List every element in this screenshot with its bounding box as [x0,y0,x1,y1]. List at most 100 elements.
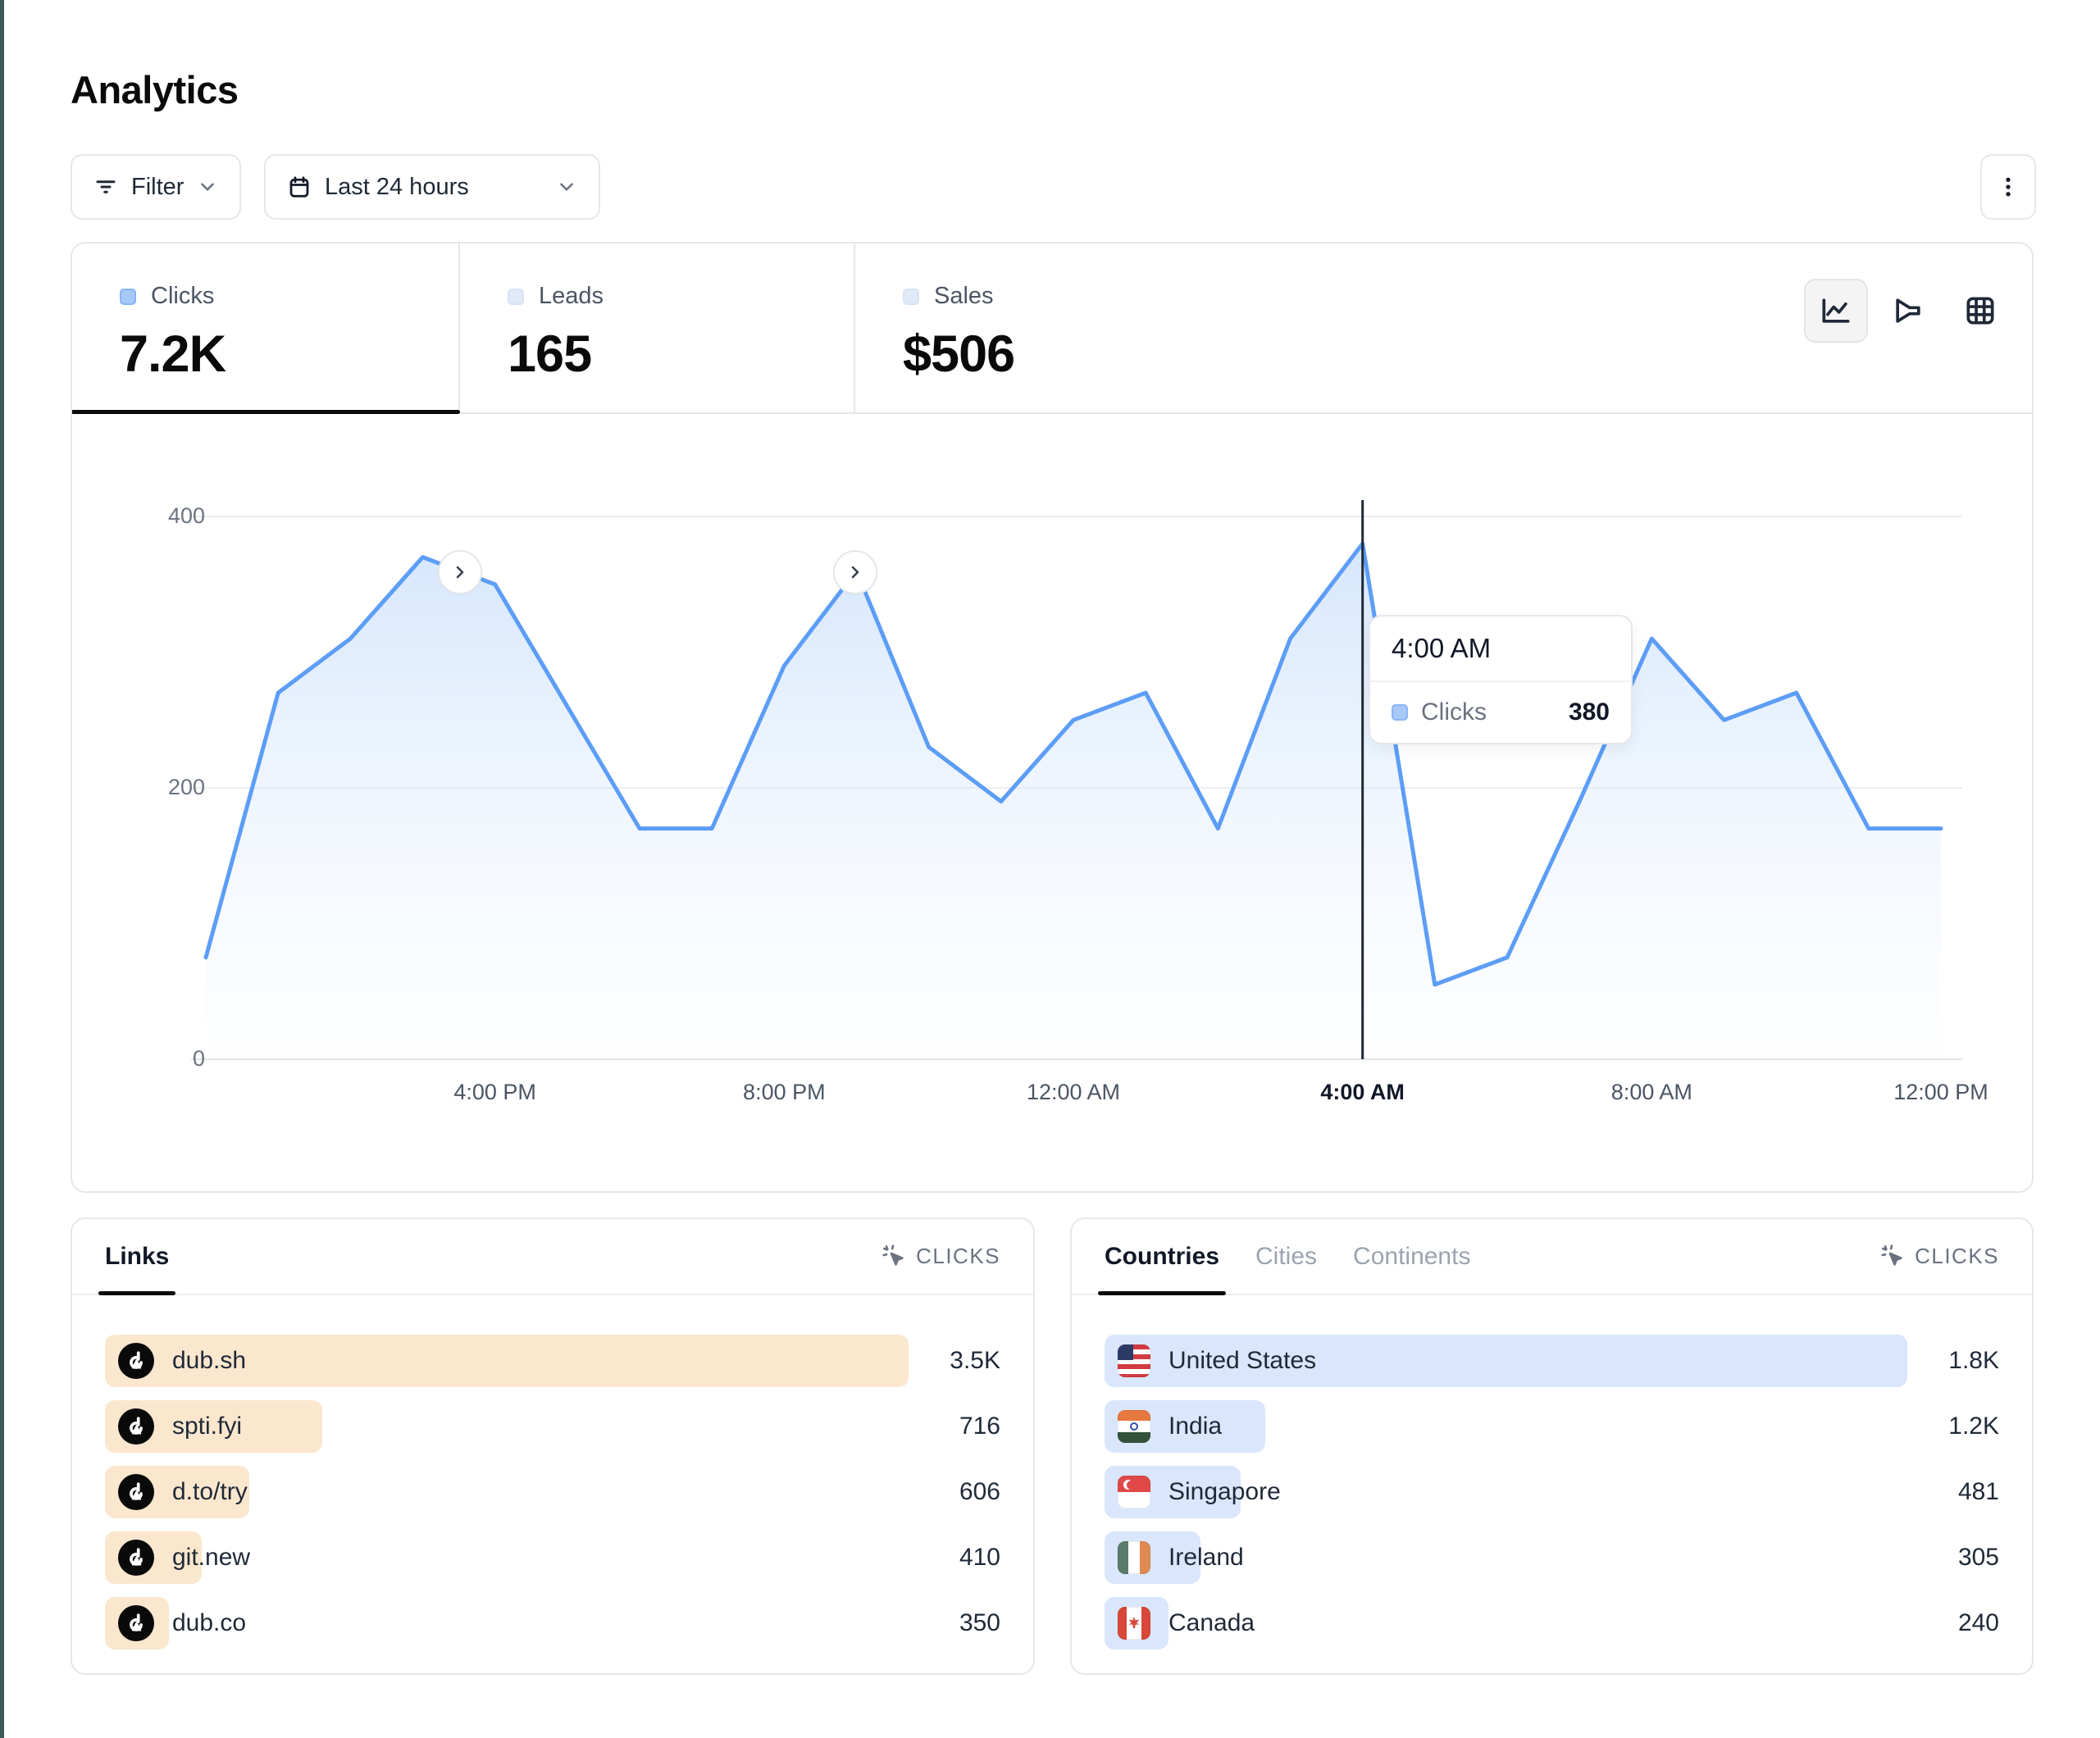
chevron-right-button[interactable] [438,550,482,594]
list-item[interactable]: dub.co 350 [105,1597,1000,1649]
table-view-button[interactable] [1948,279,2012,343]
tab-continents[interactable]: Continents [1353,1219,1470,1294]
cursor-click-icon [1880,1244,1906,1270]
list-item[interactable]: Singapore 481 [1105,1466,1999,1518]
y-axis-tick: 200 [107,775,205,800]
metric-selector[interactable]: CLICKS [1880,1244,1999,1270]
tab-cities[interactable]: Cities [1255,1219,1317,1294]
stat-label: Leads [539,283,604,310]
stat-label: Clicks [151,283,214,310]
list-item[interactable]: Canada 240 [1105,1597,1999,1649]
page-title: Analytics [71,67,238,112]
list-item[interactable]: Ireland 305 [1105,1531,1999,1584]
row-value: 410 [909,1544,1000,1572]
row-value: 716 [909,1413,1000,1440]
date-range-button[interactable]: Last 24 hours [264,154,600,220]
row-label: United States [1168,1347,1316,1375]
chart-view-toggle [1804,279,2012,343]
row-value: 606 [909,1478,1000,1506]
tab-leads[interactable]: Leads 165 [460,243,855,412]
row-label: dub.co [172,1609,246,1637]
row-value: 481 [1907,1478,1999,1506]
filter-icon [93,175,118,199]
row-label: Ireland [1168,1544,1244,1572]
filter-button-label: Filter [131,174,184,201]
metric-selector[interactable]: CLICKS [881,1244,1000,1270]
dub-logo-icon [118,1474,154,1510]
funnel-icon [1890,293,1926,329]
x-axis-tick: 4:00 AM [1297,1080,1428,1105]
leads-series-swatch [508,289,524,305]
row-label: git.new [172,1544,250,1572]
ie-flag-icon [1118,1541,1150,1574]
metric-label: CLICKS [916,1244,1000,1269]
x-axis-tick: 12:00 PM [1875,1080,2007,1105]
list-item[interactable]: dub.sh 3.5K [105,1335,1000,1387]
row-label: spti.fyi [172,1413,242,1440]
dub-logo-icon [118,1408,154,1445]
ca-flag-icon [1118,1607,1150,1640]
list-item[interactable]: India 1.2K [1105,1400,1999,1453]
chevron-right-button[interactable] [833,550,877,594]
line-chart-icon [1818,293,1854,329]
line-chart-view-button[interactable] [1804,279,1868,343]
window-edge-strip [0,0,4,1738]
row-value: 350 [909,1609,1000,1637]
row-value: 305 [1907,1544,1999,1572]
row-value: 240 [1907,1609,1999,1637]
list-item[interactable]: United States 1.8K [1105,1335,1999,1387]
row-label: dub.sh [172,1347,246,1375]
row-label: Singapore [1168,1478,1281,1506]
calendar-icon [287,175,312,199]
filter-button[interactable]: Filter [71,154,241,220]
row-value: 1.8K [1907,1347,1999,1375]
analytics-card: Clicks 7.2K Leads 165 Sales $506 [71,242,2034,1193]
tooltip-series-label: Clicks [1421,698,1487,726]
table-grid-icon [1962,293,1998,329]
row-label: India [1168,1413,1222,1440]
dub-logo-icon [118,1605,154,1641]
x-axis-tick: 4:00 PM [430,1080,561,1105]
metric-label: CLICKS [1915,1244,1999,1269]
dub-logo-icon [118,1540,154,1576]
links-panel: Links CLICKS dub.sh 3.5K spti.fyi 716 d.to… [71,1217,1035,1675]
stat-value: 7.2K [120,325,458,384]
geo-panel: Countries Cities Continents CLICKS Unite… [1070,1217,2034,1675]
chart-tooltip: 4:00 AM Clicks 380 [1369,615,1633,744]
in-flag-icon [1118,1410,1150,1443]
date-range-label: Last 24 hours [325,174,469,201]
row-label: d.to/try [172,1478,248,1506]
tooltip-time: 4:00 AM [1370,616,1631,682]
clicks-series-swatch [1392,704,1408,721]
funnel-view-button[interactable] [1876,279,1940,343]
clicks-time-series-chart[interactable]: 0200400 4:00 PM8:00 PM12:00 AM4:00 AM8:0… [72,414,2032,1193]
chevron-down-icon [197,176,218,198]
chevron-down-icon [556,176,577,198]
y-axis-tick: 400 [107,503,205,529]
stat-value: $506 [903,325,1282,384]
clicks-series-swatch [120,289,136,305]
x-axis-tick: 8:00 PM [718,1080,850,1105]
cursor-click-icon [881,1244,908,1270]
row-value: 3.5K [909,1347,1000,1375]
list-item[interactable]: d.to/try 606 [105,1466,1000,1518]
x-axis-tick: 8:00 AM [1586,1080,1717,1105]
stat-label: Sales [934,283,994,310]
tab-clicks[interactable]: Clicks 7.2K [72,243,460,412]
overflow-menu-button[interactable] [1980,154,2036,220]
dub-logo-icon [118,1343,154,1379]
tab-links[interactable]: Links [105,1219,169,1294]
tooltip-series-value: 380 [1569,698,1610,726]
tab-countries[interactable]: Countries [1105,1219,1219,1294]
kebab-icon [1996,175,2020,199]
row-label: Canada [1168,1609,1255,1637]
list-item[interactable]: git.new 410 [105,1531,1000,1584]
x-axis-tick: 12:00 AM [1008,1080,1139,1105]
stats-header: Clicks 7.2K Leads 165 Sales $506 [72,243,2032,414]
stat-value: 165 [508,325,854,384]
sales-series-swatch [903,289,919,305]
list-item[interactable]: spti.fyi 716 [105,1400,1000,1453]
tab-sales[interactable]: Sales $506 [855,243,1282,412]
row-value: 1.2K [1907,1413,1999,1440]
us-flag-icon [1118,1344,1150,1377]
